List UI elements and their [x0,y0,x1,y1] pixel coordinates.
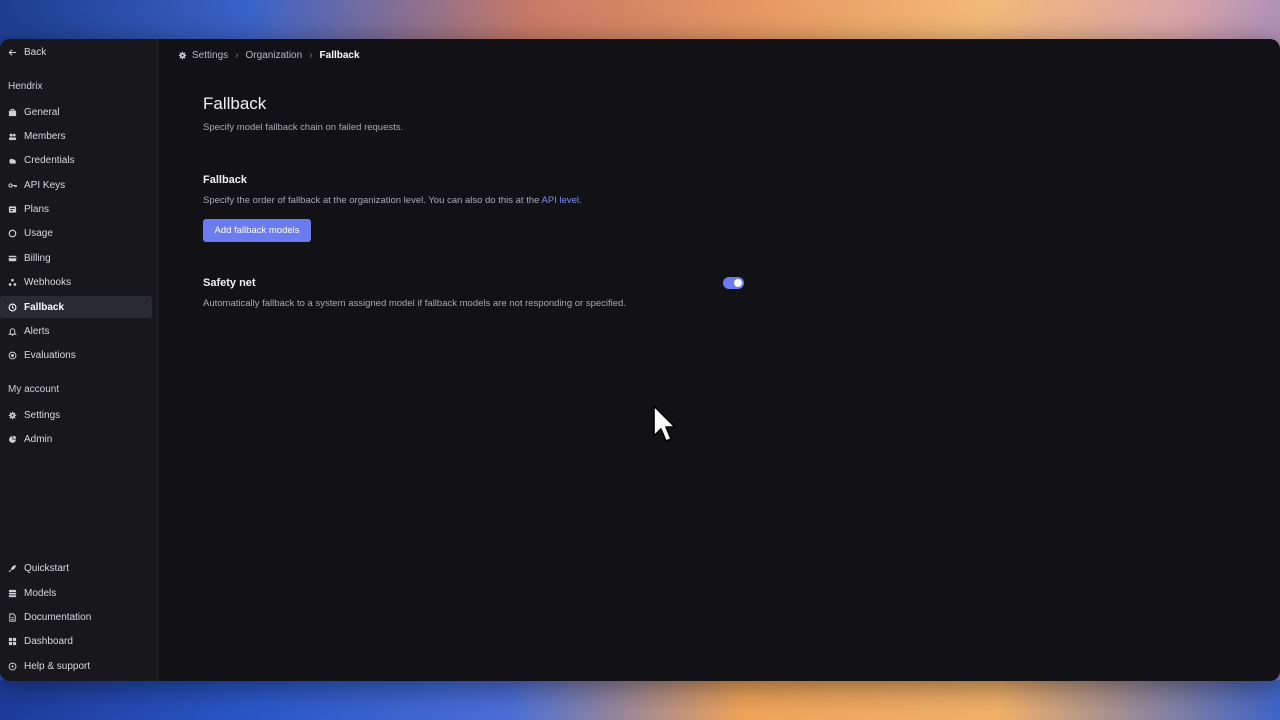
breadcrumb-organization[interactable]: Organization [245,50,302,61]
page-subtitle: Specify model fallback chain on failed r… [203,122,404,133]
sidebar-item-alerts[interactable]: Alerts [0,320,152,342]
breadcrumb-current: Fallback [319,49,360,61]
plan-icon [8,205,17,214]
sidebar-item-label: General [24,106,60,118]
sidebar-item-members[interactable]: Members [0,125,152,147]
dashboard-icon [8,637,17,646]
sidebar-item-plans[interactable]: Plans [0,198,152,220]
add-fallback-models-button[interactable]: Add fallback models [203,219,311,242]
sidebar-item-documentation[interactable]: Documentation [0,606,152,628]
sidebar-item-label: Evaluations [24,349,76,361]
fallback-section-title: Fallback [203,174,248,186]
document-icon [8,612,17,622]
sidebar-item-dashboard[interactable]: Dashboard [0,630,152,652]
sidebar-item-label: Credentials [24,154,75,166]
gear-icon [8,411,17,420]
mouse-cursor-icon [653,405,676,442]
key-icon [8,181,17,190]
sidebar-item-label: Fallback [24,301,65,313]
sidebar-item-label: Webhooks [24,276,72,288]
sidebar-item-label: Documentation [24,611,92,623]
org-heading: Hendrix [8,81,43,92]
sidebar-item-help[interactable]: Help & support [0,655,152,677]
fallback-description-text: Specify the order of fallback at the org… [203,195,542,206]
users-icon [8,132,17,141]
page-title: Fallback [203,94,267,113]
sidebar-item-admin[interactable]: Admin [0,428,152,450]
cloud-icon [8,156,17,165]
clock-icon [8,303,17,312]
sidebar-item-label: Alerts [24,325,50,337]
sidebar-item-label: Models [24,587,57,599]
pie-icon [8,435,17,444]
toggle-knob [734,279,742,287]
sidebar-item-billing[interactable]: Billing [0,247,152,269]
back-button[interactable]: Back [0,41,152,63]
sidebar: Back Hendrix General Members Credentials… [0,39,158,681]
safety-net-description: Automatically fallback to a system assig… [203,298,626,309]
sidebar-item-label: Billing [24,252,51,264]
breadcrumb: Settings › Organization › Fallback [178,48,360,62]
chevron-right-icon: › [235,49,239,61]
safety-net-title: Safety net [203,277,256,289]
sidebar-item-credentials[interactable]: Credentials [0,149,152,171]
fallback-description-suffix: . [579,195,582,206]
sidebar-item-settings[interactable]: Settings [0,404,152,426]
webhook-icon [8,278,17,287]
arrow-left-icon [8,48,17,57]
back-label: Back [24,46,47,58]
briefcase-icon [8,108,17,117]
sidebar-item-label: Admin [24,433,53,445]
grid-icon [8,589,17,598]
breadcrumb-settings[interactable]: Settings [192,50,228,61]
sidebar-item-label: Settings [24,409,61,421]
sidebar-item-label: Quickstart [24,562,70,574]
api-level-link[interactable]: API level [542,195,580,206]
fallback-section-description: Specify the order of fallback at the org… [203,195,582,206]
sidebar-item-quickstart[interactable]: Quickstart [0,557,152,579]
sidebar-item-api-keys[interactable]: API Keys [0,174,152,196]
sidebar-item-label: Usage [24,227,53,239]
help-icon [8,662,17,671]
sidebar-item-label: Plans [24,203,50,215]
gear-icon [178,51,187,60]
sidebar-item-label: Dashboard [24,635,73,647]
sidebar-item-label: Members [24,130,66,142]
sidebar-item-general[interactable]: General [0,101,152,123]
target-icon [8,351,17,360]
sidebar-item-evaluations[interactable]: Evaluations [0,344,152,366]
app-window: Back Hendrix General Members Credentials… [0,39,1280,681]
sidebar-item-label: API Keys [24,179,66,191]
safety-net-toggle[interactable] [723,277,744,289]
sidebar-item-fallback[interactable]: Fallback [0,296,152,318]
account-heading: My account [8,384,60,395]
chevron-right-icon: › [309,49,313,61]
desktop-wallpaper [0,680,1280,720]
sidebar-item-label: Help & support [24,660,91,672]
bell-icon [8,327,17,336]
sidebar-item-models[interactable]: Models [0,582,152,604]
card-icon [8,254,17,263]
sidebar-item-usage[interactable]: Usage [0,222,152,244]
sidebar-item-webhooks[interactable]: Webhooks [0,271,152,293]
circle-icon [8,229,17,238]
rocket-icon [8,564,17,573]
